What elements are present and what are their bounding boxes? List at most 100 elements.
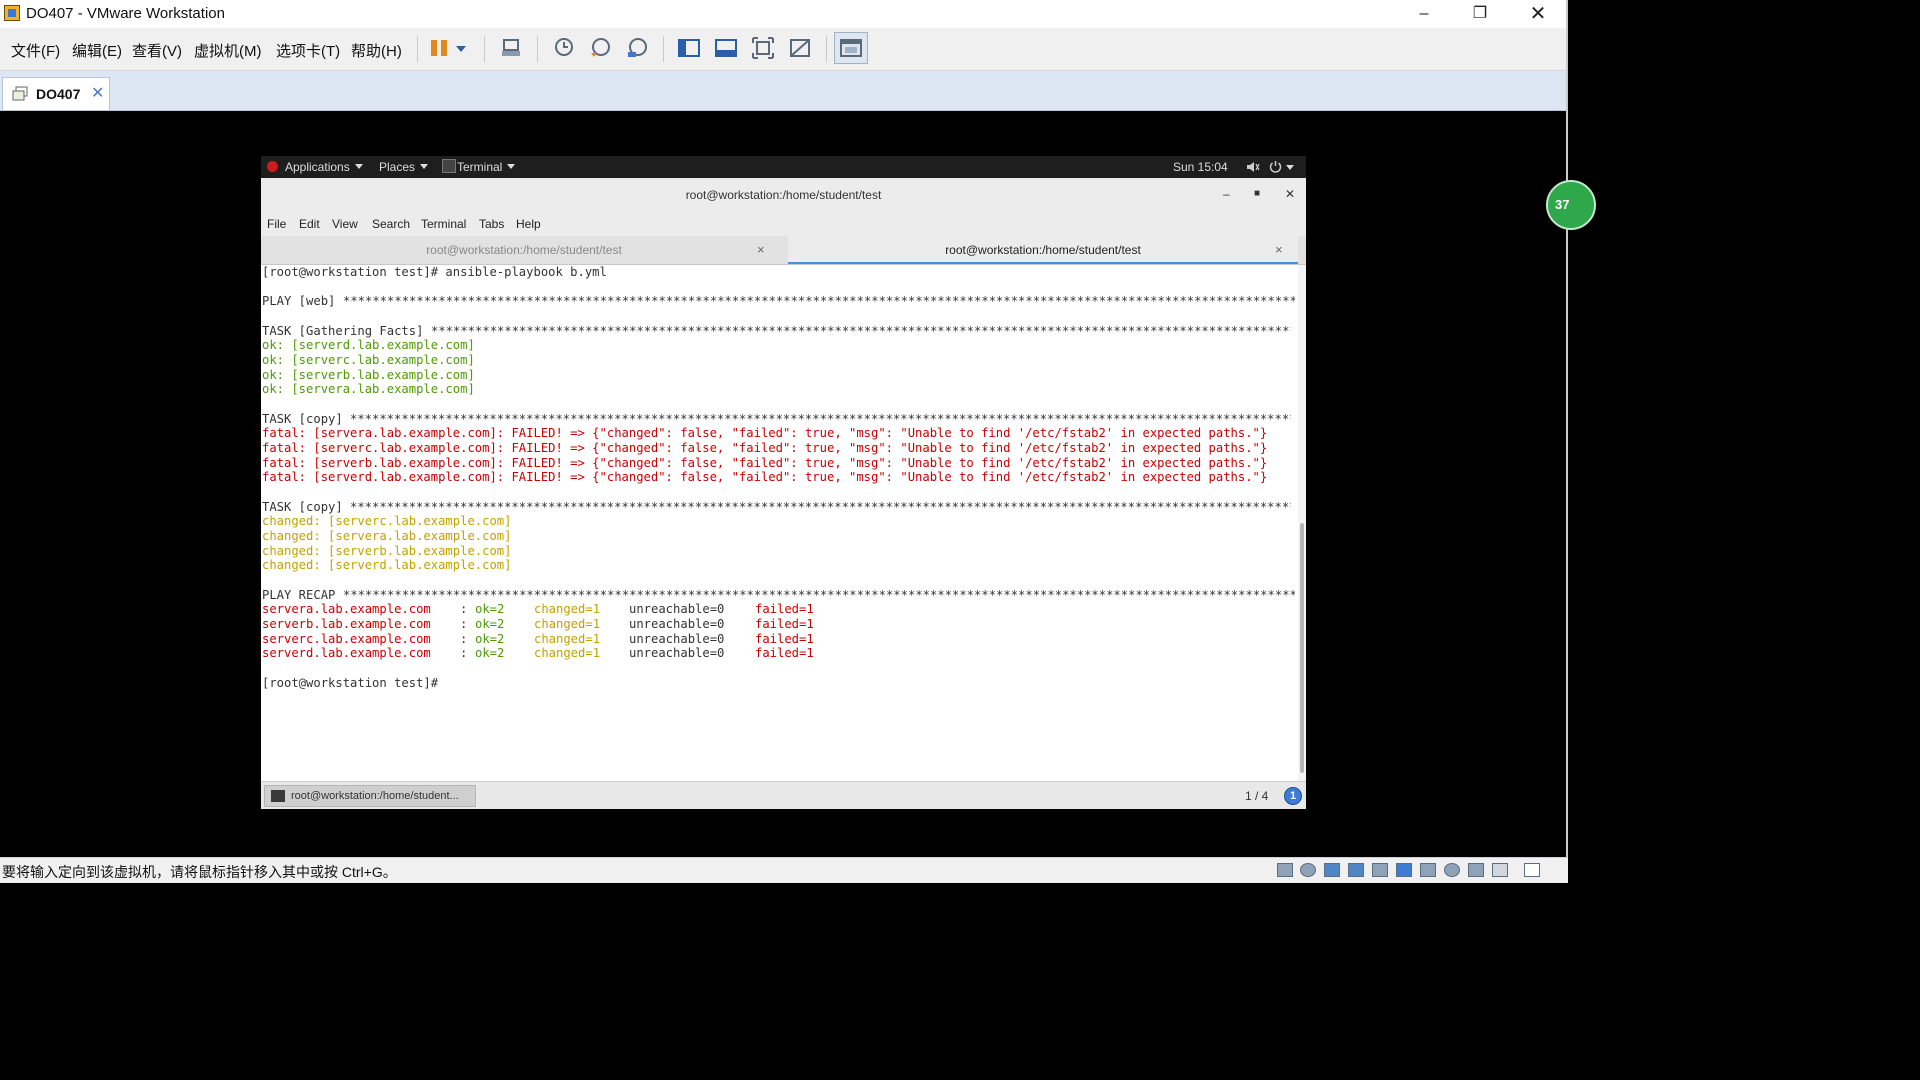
vm-tab[interactable]: DO407 ✕	[2, 77, 110, 110]
hard-disk-icon[interactable]	[1277, 863, 1293, 877]
scrollbar-thumb[interactable]	[1300, 523, 1304, 773]
tab-close-icon[interactable]: ×	[757, 236, 765, 264]
restore-icon[interactable]: ❐	[1452, 0, 1508, 28]
show-library-icon[interactable]	[678, 37, 700, 59]
recap-failed: failed=1	[755, 632, 814, 646]
recap-header-text: PLAY RECAP	[262, 588, 343, 602]
network-adapter-icon[interactable]	[1324, 863, 1340, 877]
recap-colon: :	[460, 646, 468, 660]
recap-host: serverd.lab.example.com	[262, 646, 431, 660]
thumbnail-bar-icon[interactable]	[715, 37, 737, 59]
terminal-menu-view[interactable]: View	[332, 217, 358, 231]
applications-label: Applications	[285, 160, 350, 174]
terminal-close-icon[interactable]: ✕	[1285, 187, 1295, 201]
snapshot-icon[interactable]	[552, 37, 574, 59]
terminal-minimize-icon[interactable]: –	[1223, 187, 1230, 201]
terminal-menu-terminal[interactable]: Terminal	[421, 217, 466, 231]
terminal-tab-bar: root@workstation:/home/student/test × ro…	[261, 236, 1306, 265]
printer-icon[interactable]	[1372, 863, 1388, 877]
terminal-tab-1[interactable]: root@workstation:/home/student/test ×	[261, 236, 787, 264]
power-icon[interactable]	[1269, 160, 1282, 173]
notification-icon[interactable]: 1	[1284, 787, 1302, 805]
usb-icon[interactable]	[1420, 863, 1436, 877]
terminal-maximize-icon[interactable]: ■	[1254, 188, 1260, 199]
revert-snapshot-icon[interactable]	[589, 37, 611, 59]
volume-icon[interactable]	[1246, 161, 1260, 173]
taskbar-window-label: root@workstation:/home/student...	[291, 790, 459, 802]
menu-tabs[interactable]: 选项卡(T)	[276, 40, 340, 61]
vm-tab-close-icon[interactable]: ✕	[91, 83, 104, 103]
menu-edit[interactable]: 编辑(E)	[72, 40, 122, 61]
changed-line: changed: [serverc.lab.example.com]	[262, 514, 512, 528]
changed-line: changed: [serverd.lab.example.com]	[262, 558, 512, 572]
terminal-icon	[442, 159, 456, 173]
unity-icon[interactable]	[789, 37, 811, 59]
snapshot-manager-icon[interactable]	[626, 37, 648, 59]
display-icon[interactable]	[1444, 863, 1460, 877]
taskbar-window-button[interactable]: root@workstation:/home/student...	[264, 785, 476, 807]
chevron-down-icon	[420, 164, 429, 169]
terminal-scrollbar[interactable]	[1298, 265, 1306, 781]
terminal-window-header: root@workstation:/home/student/test – ■ …	[261, 178, 1306, 215]
cd-dvd-icon[interactable]	[1300, 863, 1316, 877]
recap-unreachable: unreachable=0	[629, 646, 725, 660]
places-menu[interactable]: Places	[379, 160, 429, 174]
close-icon[interactable]: ✕	[1510, 0, 1566, 28]
terminal-menu-edit[interactable]: Edit	[299, 217, 320, 231]
full-screen-icon[interactable]	[752, 37, 774, 59]
tab-close-icon[interactable]: ×	[1275, 236, 1283, 264]
task-header-text: TASK [copy]	[262, 412, 351, 426]
applications-menu[interactable]: Applications	[285, 160, 363, 174]
terminal-menu-search[interactable]: Search	[372, 217, 410, 231]
terminal-app-menu[interactable]: Terminal	[457, 160, 516, 174]
menu-vm[interactable]: 虚拟机(M)	[194, 40, 262, 61]
device-icon[interactable]	[1492, 863, 1508, 877]
recap-changed: changed=1	[534, 617, 601, 631]
recap-failed: failed=1	[755, 617, 814, 631]
sound-card-icon[interactable]	[1396, 863, 1412, 877]
task-header: TASK [Gathering Facts]	[262, 324, 431, 339]
recap-ok: ok=2	[475, 617, 505, 631]
system-menu-chevron-icon[interactable]	[1286, 165, 1294, 170]
dropdown-icon[interactable]	[454, 37, 468, 59]
vm-console[interactable]: Applications Places Terminal Sun 15:04 r…	[261, 156, 1306, 809]
terminal-menu-file[interactable]: File	[267, 217, 286, 231]
message-log-icon[interactable]	[1524, 863, 1540, 877]
terminal-menu-help[interactable]: Help	[516, 217, 541, 231]
side-badge[interactable]: 37	[1546, 180, 1596, 230]
terminal-menu-tabs[interactable]: Tabs	[479, 217, 504, 231]
fatal-line: fatal: [serverb.lab.example.com]: FAILED…	[262, 456, 1268, 470]
recap-colon: :	[460, 632, 468, 646]
toolbar-separator	[826, 36, 827, 62]
terminal-tab-2[interactable]: root@workstation:/home/student/test ×	[788, 236, 1298, 264]
vm-icon	[12, 86, 28, 101]
toolbar-separator	[484, 36, 485, 62]
network-adapter-2-icon[interactable]	[1348, 863, 1364, 877]
recap-host: serverb.lab.example.com	[262, 617, 431, 631]
pause-icon[interactable]	[428, 37, 450, 59]
chevron-down-icon	[507, 164, 516, 169]
terminal-menu-bar: File Edit View Search Terminal Tabs Help	[261, 214, 1306, 236]
workspace-indicator[interactable]: 1 / 4	[1245, 789, 1268, 803]
window-title: DO407 - VMware Workstation	[26, 5, 225, 22]
terminal-output[interactable]: [root@workstation test]# ansible-playboo…	[261, 265, 1298, 781]
recap-host: serverc.lab.example.com	[262, 632, 431, 646]
console-view-button[interactable]	[834, 32, 868, 64]
menu-view[interactable]: 查看(V)	[132, 40, 182, 61]
terminal-tab-label: root@workstation:/home/student/test	[426, 243, 622, 257]
floppy-icon[interactable]	[1468, 863, 1484, 877]
status-message: 要将输入定向到该虚拟机，请将鼠标指针移入其中或按 Ctrl+G。	[2, 864, 397, 880]
clock[interactable]: Sun 15:04	[1173, 160, 1228, 174]
recap-changed: changed=1	[534, 632, 601, 646]
command-line: [root@workstation test]# ansible-playboo…	[262, 265, 607, 279]
minimize-icon[interactable]: –	[1396, 0, 1452, 28]
recap-header: PLAY RECAP	[262, 588, 343, 603]
recap-colon: :	[460, 617, 468, 631]
terminal-window-title: root@workstation:/home/student/test	[685, 188, 882, 202]
task-header: TASK [copy]	[262, 412, 350, 427]
recap-host: servera.lab.example.com	[262, 602, 431, 616]
menu-help[interactable]: 帮助(H)	[351, 40, 402, 61]
stars-divider: ****************************************…	[350, 500, 1291, 514]
send-ctrl-alt-del-icon[interactable]	[500, 37, 522, 59]
menu-file[interactable]: 文件(F)	[11, 40, 60, 61]
